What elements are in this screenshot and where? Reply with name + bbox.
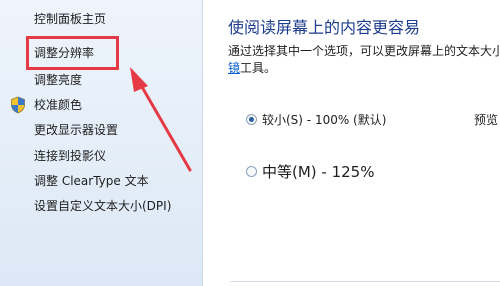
radio-medium[interactable]: [246, 166, 257, 177]
main-content: 使阅读屏幕上的内容更容易 通过选择其中一个选项，可以更改屏幕上的文本大小 镜工具…: [204, 0, 500, 286]
description-line-2: 镜工具。: [228, 60, 500, 77]
description-line-1: 通过选择其中一个选项，可以更改屏幕上的文本大小: [228, 44, 500, 58]
option-medium-label[interactable]: 中等(M) - 125%: [262, 161, 374, 182]
shield-icon: [11, 96, 25, 114]
divider: [230, 281, 500, 282]
sidebar-item-adjust-cleartype[interactable]: 调整 ClearType 文本: [34, 173, 149, 189]
preview-label: 预览: [474, 113, 499, 127]
page-description: 通过选择其中一个选项，可以更改屏幕上的文本大小 镜工具。: [228, 43, 500, 77]
radio-smaller[interactable]: [246, 114, 257, 125]
annotation-highlight-box: [26, 36, 119, 70]
page-title: 使阅读屏幕上的内容更容易: [228, 18, 421, 37]
sidebar-item-adjust-brightness[interactable]: 调整亮度: [34, 72, 82, 88]
magnifier-link[interactable]: 镜: [228, 61, 240, 75]
sidebar-item-calibrate-color[interactable]: 校准颜色: [34, 97, 82, 113]
option-smaller-label[interactable]: 较小(S) - 100% (默认): [262, 111, 386, 128]
sidebar-item-connect-projector[interactable]: 连接到投影仪: [34, 148, 106, 164]
description-line-2-text: 工具。: [240, 61, 277, 75]
sidebar-item-control-panel-home[interactable]: 控制面板主页: [34, 11, 106, 27]
sidebar-item-change-display-settings[interactable]: 更改显示器设置: [34, 122, 118, 138]
sidebar-item-custom-text-size[interactable]: 设置自定义文本大小(DPI): [34, 198, 171, 214]
